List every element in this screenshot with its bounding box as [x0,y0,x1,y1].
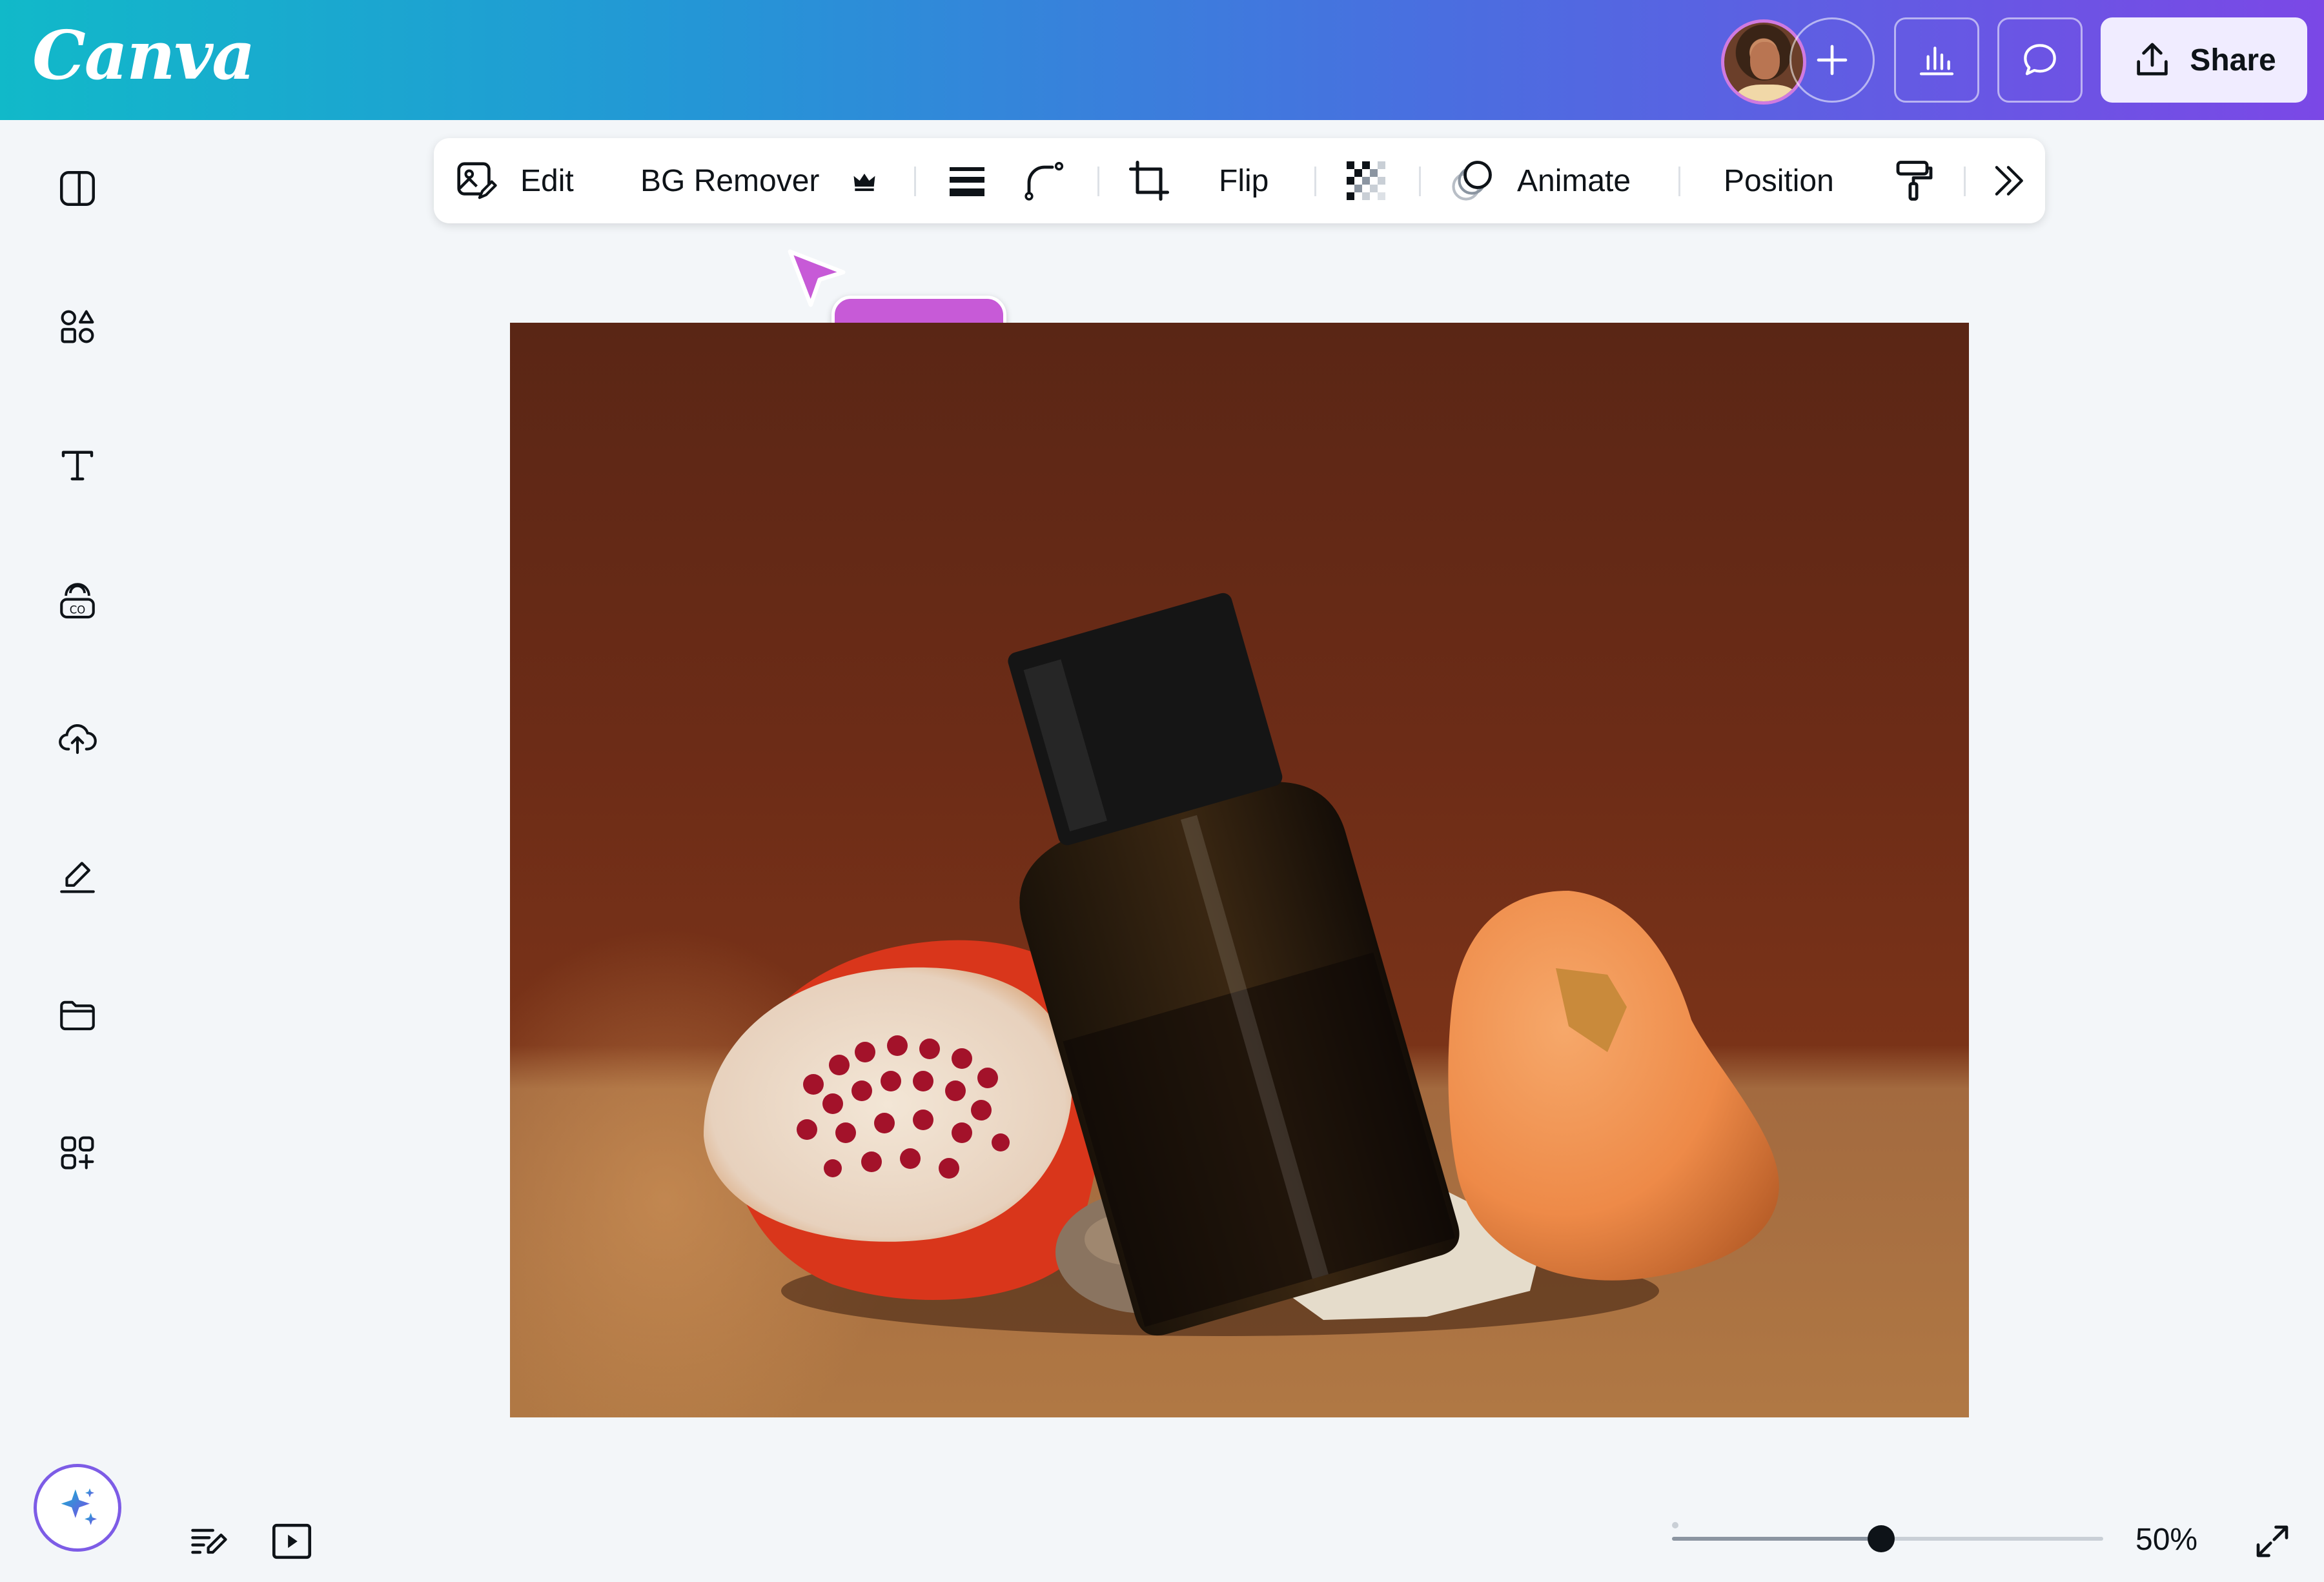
text-icon [61,451,94,481]
corner-rounding-button[interactable] [1021,138,1068,223]
plus-icon [1817,45,1848,76]
image-context-toolbar: Edit BG Remover Flip Animate Position [434,138,2045,223]
svg-text:CO: CO [70,604,86,616]
zoom-min-dot [1672,1522,1678,1528]
double-chevron-right-icon [1995,166,2023,196]
edit-image-icon [457,162,497,199]
crop-icon [1128,160,1170,201]
edit-image-button[interactable]: Edit [453,138,574,223]
elements-icon [61,310,94,343]
zoom-slider-knob[interactable] [1868,1525,1895,1552]
expand-icon [2256,1525,2288,1557]
avatar-face [1750,42,1780,79]
design-panel-icon [60,171,95,206]
bg-remover-button[interactable]: BG Remover [640,138,879,223]
sparkle-icon [61,1488,97,1525]
insights-button[interactable] [1894,17,1979,103]
avatar-shirt [1736,85,1798,101]
more-tools-button[interactable] [1988,138,2028,223]
toolbar-divider [1678,167,1680,196]
notes-pencil-icon [191,1528,227,1554]
play-presentation-icon [272,1523,312,1559]
flip-label: Flip [1219,163,1269,198]
toolbar-divider [1097,167,1099,196]
copy-style-button[interactable] [1890,138,1937,223]
zoom-slider-fill [1672,1537,1881,1541]
animate-label: Animate [1517,163,1631,198]
toolbar-divider [1419,167,1421,196]
corner-rounding-icon [1024,161,1064,201]
animate-icon [1452,161,1492,201]
bg-remover-label: BG Remover [640,163,820,198]
position-label: Position [1724,163,1834,198]
sidebar-item-text[interactable] [53,440,102,489]
border-style-button[interactable] [944,138,990,223]
share-upload-icon [2137,43,2168,76]
zoom-percentage[interactable]: 50% [2135,1522,2197,1557]
canva-logo[interactable]: Canva [32,15,256,95]
share-button[interactable]: Share [2101,17,2307,103]
comments-button[interactable] [1997,17,2083,103]
sidebar-item-apps[interactable] [53,1128,102,1177]
crown-icon [853,174,875,191]
brand-icon: CO [60,583,95,619]
edit-label: Edit [520,163,574,198]
position-button[interactable]: Position [1724,138,1834,223]
sidebar-item-draw[interactable] [53,852,102,901]
add-collaborator-button[interactable] [1789,17,1875,103]
flip-button[interactable]: Flip [1219,138,1269,223]
crop-button[interactable] [1126,138,1172,223]
sidebar-item-projects[interactable] [53,990,102,1039]
share-label: Share [2190,43,2276,77]
sidebar-item-uploads[interactable] [53,714,102,763]
notes-button[interactable] [185,1517,234,1566]
sidebar-item-elements[interactable] [53,302,102,351]
insights-icon [1919,46,1954,76]
fullscreen-button[interactable] [2247,1516,2298,1567]
top-header: Canva Share [0,0,2324,120]
comment-icon [2024,44,2056,76]
draw-icon [60,862,95,893]
toolbar-divider [914,167,916,196]
sidebar-item-design[interactable] [53,164,102,213]
border-style-icon [950,167,984,196]
present-button[interactable] [267,1517,316,1566]
product-photo [510,593,1779,1417]
transparency-button[interactable] [1343,138,1389,223]
toolbar-divider [1964,167,1966,196]
projects-folder-icon [60,1000,95,1031]
magic-ai-button[interactable] [34,1464,121,1552]
uploads-icon [59,724,97,755]
canvas-image[interactable] [510,323,1969,1417]
paint-roller-icon [1896,161,1933,201]
toolbar-divider [1314,167,1316,196]
sidebar-item-brand[interactable]: CO [53,578,102,627]
animate-button[interactable]: Animate [1449,138,1631,223]
apps-icon [61,1136,94,1170]
transparency-icon [1347,161,1385,200]
